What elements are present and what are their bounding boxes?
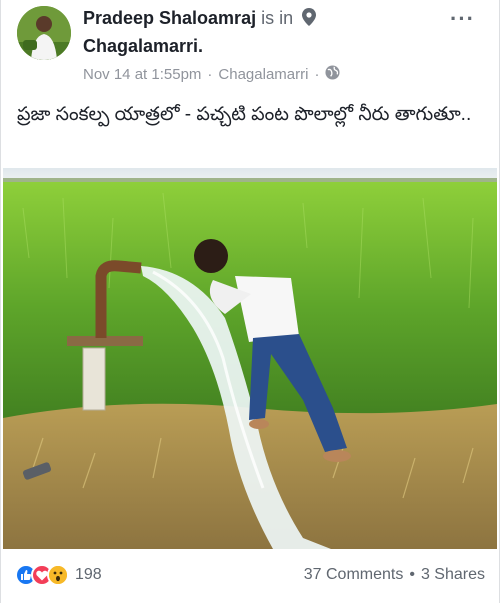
location-link[interactable]: Chagalamarri (218, 66, 308, 83)
reaction-count[interactable]: 198 (75, 566, 102, 584)
facebook-post: Pradeep Shaloamraj is in Chagalamarri. N… (0, 0, 500, 603)
is-in-text: is in (261, 8, 294, 28)
more-options-button[interactable]: ··· (450, 6, 475, 32)
meta-separator: · (314, 66, 320, 83)
post-timestamp[interactable]: Nov 14 at 1:55pm (83, 66, 201, 83)
location-pin-icon (302, 8, 317, 31)
author-name[interactable]: Pradeep Shaloamraj (83, 8, 256, 28)
shares-link[interactable]: 3 Shares (421, 566, 485, 584)
post-photo[interactable] (3, 168, 497, 549)
post-footer: 198 37 Comments • 3 Shares (15, 562, 485, 588)
author-avatar[interactable] (17, 6, 71, 60)
comments-link[interactable]: 37 Comments (304, 566, 404, 584)
globe-icon (325, 65, 340, 84)
post-text: ప్రజా సంకల్ప యాత్రలో - పచ్చటి పంట పొలాల్… (17, 104, 472, 125)
wow-icon (47, 564, 69, 586)
post-header: Pradeep Shaloamraj is in (83, 8, 317, 31)
post-meta: Nov 14 at 1:55pm · Chagalamarri · (83, 65, 340, 84)
engagement-stats: 37 Comments • 3 Shares (304, 566, 485, 584)
meta-separator: · (207, 66, 213, 83)
reactions-summary[interactable]: 198 (15, 564, 102, 586)
stats-separator: • (409, 566, 415, 583)
place-link[interactable]: Chagalamarri. (83, 36, 203, 57)
